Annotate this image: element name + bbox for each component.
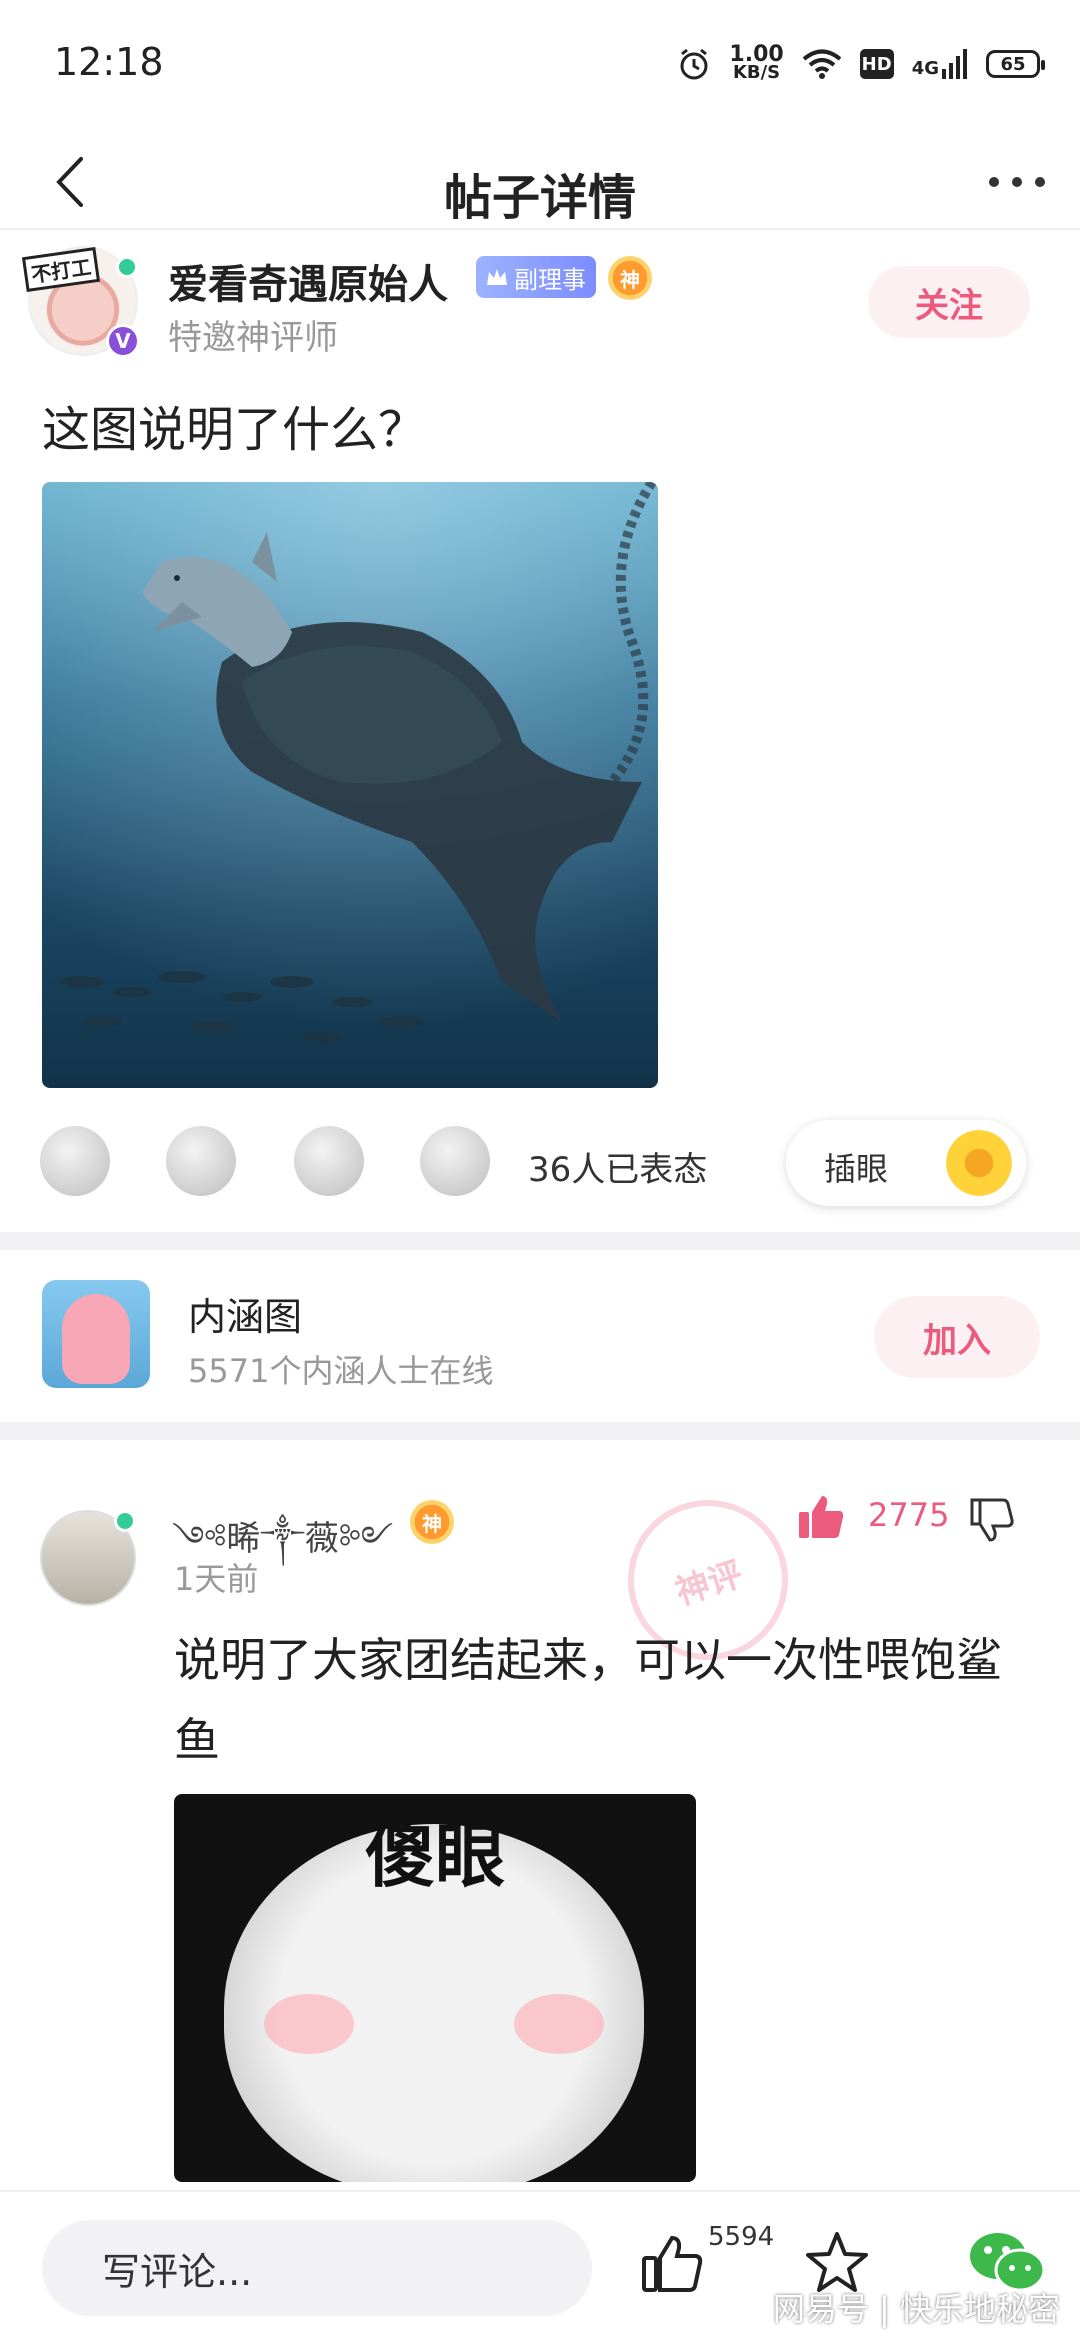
section-divider: [0, 1422, 1080, 1440]
author-title: 特邀神评师: [168, 318, 338, 358]
battery-indicator: 65: [986, 50, 1045, 78]
meme-cheek: [264, 1994, 354, 2054]
god-badge: 神: [608, 256, 652, 300]
section-divider: [0, 1232, 1080, 1250]
crown-icon: [487, 269, 507, 285]
follow-button[interactable]: 关注: [868, 266, 1030, 338]
source-watermark: 网易号 | 快乐地秘密: [772, 2290, 1060, 2328]
group-avatar: [42, 1280, 150, 1388]
more-dots-icon: [989, 177, 1045, 187]
reaction-count[interactable]: 36人已表态: [528, 1142, 707, 1191]
comment-like-count: 2775: [868, 1496, 950, 1534]
net-speed: 1.00 KB/S: [729, 42, 784, 83]
alarm-icon: [680, 48, 708, 80]
upright-emoji-icon[interactable]: [166, 1126, 236, 1196]
cool-sunglasses-emoji-icon[interactable]: [294, 1126, 364, 1196]
wifi-icon: [802, 49, 841, 79]
bookmark-chayan-button[interactable]: 插眼: [786, 1120, 1026, 1206]
post-author: 不打工 V 爱看奇遇原始人 副理事 神 特邀神评师 关注: [0, 232, 1080, 372]
status-time: 12:18: [54, 40, 164, 84]
signal-indicator: 4G: [912, 49, 968, 79]
author-avatar[interactable]: 不打工 V: [21, 246, 140, 358]
hd-badge: HD: [859, 49, 894, 79]
status-icons: 1.00 KB/S HD 4G 65: [677, 42, 1045, 86]
group-card[interactable]: 内涵图 5571个内涵人士在线 加入: [0, 1254, 1080, 1420]
chayan-label: 插眼: [824, 1150, 889, 1188]
shark-school-illustration: [42, 482, 658, 1088]
online-indicator: [114, 1510, 136, 1532]
comment-time: 1天前: [174, 1560, 259, 1598]
flower-icon: [946, 1130, 1012, 1196]
patrick-figure: [62, 1294, 130, 1384]
page-title: 帖子详情: [443, 170, 636, 226]
bottom-action-bar: 写评论... 5594 网易号 | 快乐地秘密: [0, 2190, 1080, 2340]
verified-badge: V: [106, 324, 140, 358]
meme-cheek: [514, 1994, 604, 2054]
rank-badge: 副理事: [476, 256, 596, 298]
post-image[interactable]: [42, 482, 658, 1088]
post-text: 这图说明了什么？: [42, 402, 427, 458]
status-bar: 12:18 1.00 KB/S HD 4G 65: [0, 0, 1080, 130]
like-icon[interactable]: [640, 2232, 704, 2296]
reaction-bar: 36人已表态 插眼: [0, 1112, 1080, 1212]
group-name: 内涵图: [188, 1295, 303, 1339]
nav-bar: 帖子详情: [0, 130, 1080, 230]
group-online-count: 5571个内涵人士在线: [188, 1352, 494, 1390]
author-name[interactable]: 爱看奇遇原始人: [168, 252, 448, 310]
comment-text: 说明了大家团结起来，可以一次性喂饱鲨鱼: [174, 1633, 1002, 1767]
thumbs-up-icon[interactable]: [796, 1492, 846, 1542]
thumbs-down-icon[interactable]: [968, 1496, 1016, 1544]
signal-bars-icon: [942, 49, 967, 79]
god-badge: 神: [410, 1500, 454, 1544]
grin-emoji-icon[interactable]: [420, 1126, 490, 1196]
meme-caption: 傻眼: [365, 1815, 505, 1897]
top-comment: ༺晞༒薇༻ 神 1天前 神评 2775 说明了大家团结起来，可以一次性喂饱鲨鱼 …: [0, 1440, 1080, 2190]
comment-input[interactable]: 写评论...: [42, 2220, 592, 2316]
join-group-button[interactable]: 加入: [874, 1296, 1040, 1378]
comment-meme-image[interactable]: 傻眼: [174, 1794, 696, 2182]
more-button[interactable]: [982, 152, 1052, 212]
laugh-cry-emoji-icon[interactable]: [40, 1126, 110, 1196]
post-like-count: 5594: [708, 2222, 775, 2252]
online-indicator: [116, 256, 138, 278]
